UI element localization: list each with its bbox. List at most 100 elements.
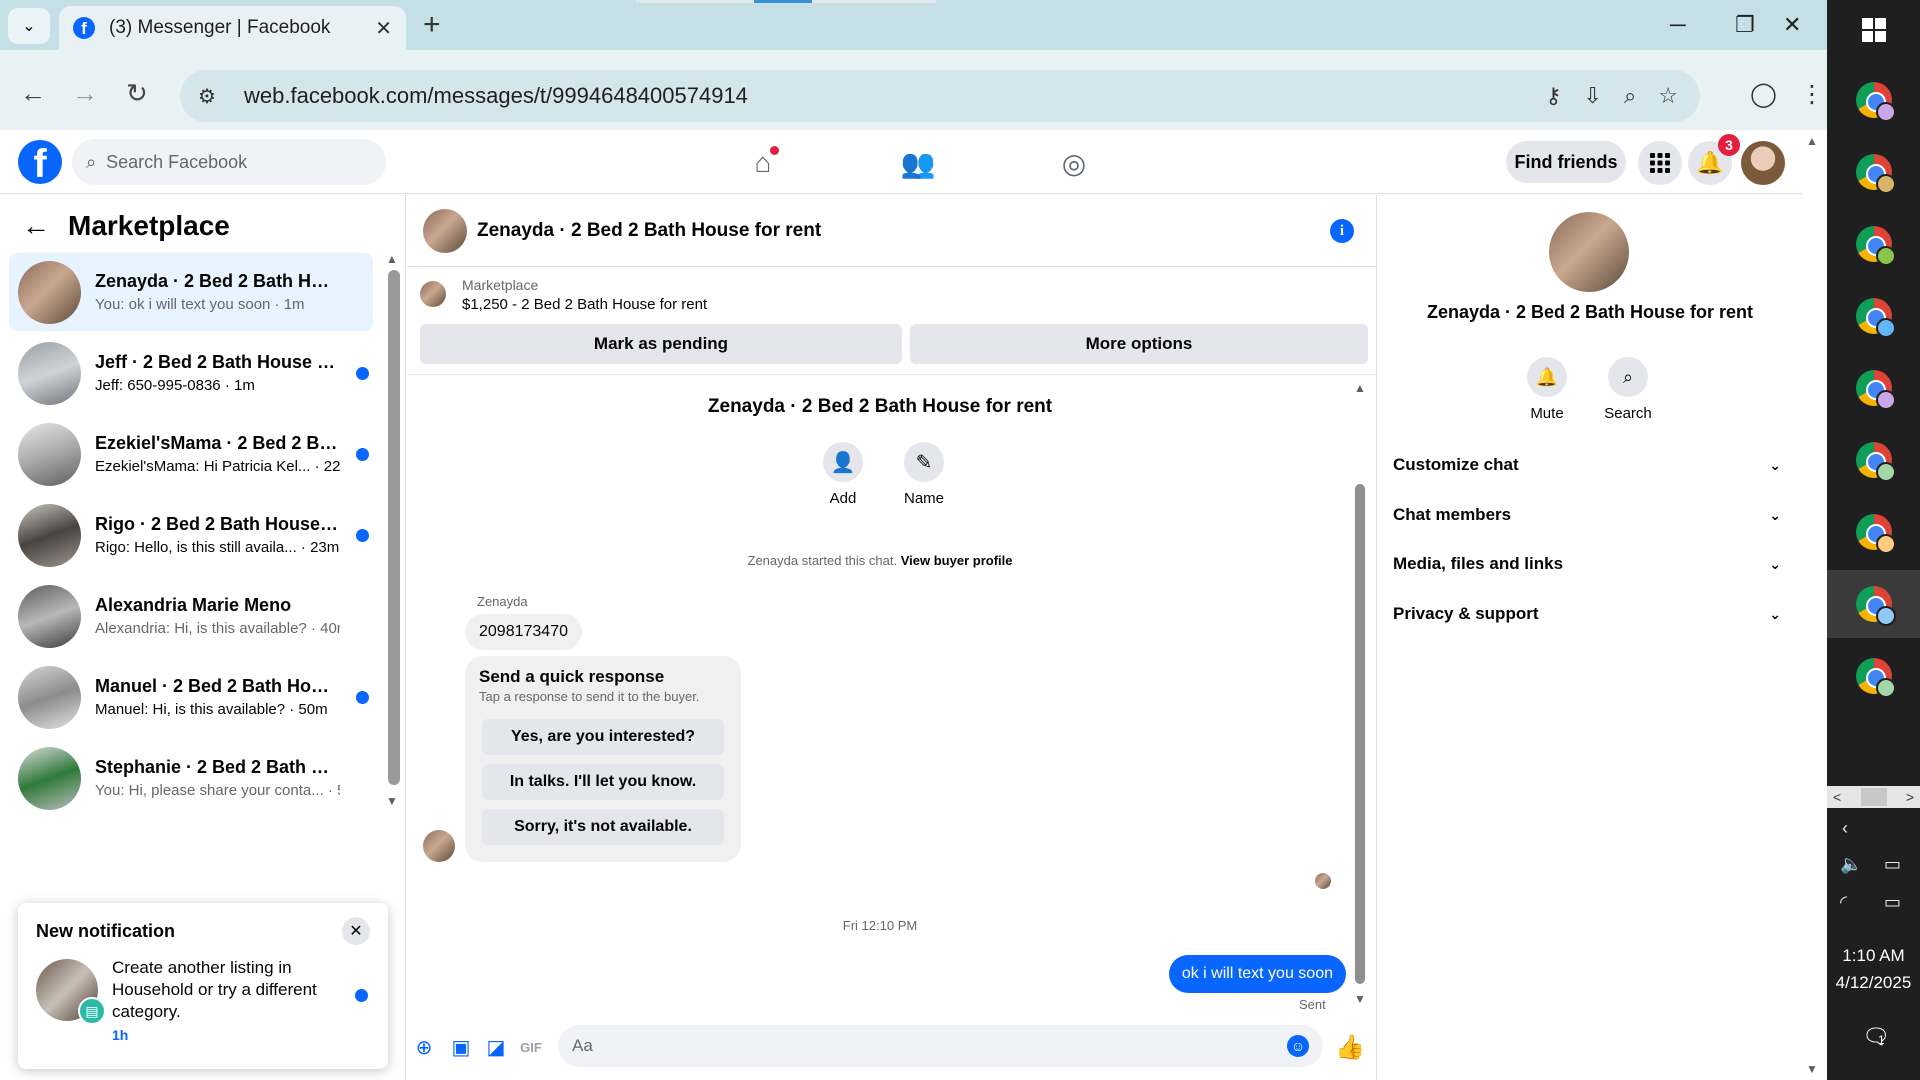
forward-arrow-icon[interactable]: → bbox=[72, 78, 98, 109]
conversation-item[interactable]: Alexandria Marie Meno Alexandria: Hi, is … bbox=[9, 577, 373, 655]
battery-icon[interactable]: ▭ bbox=[1884, 892, 1901, 913]
facebook-logo[interactable]: f bbox=[18, 140, 62, 184]
more-options-button[interactable]: More options bbox=[910, 324, 1368, 364]
add-person-button[interactable]: 👤 Add bbox=[803, 442, 883, 507]
new-notification-popup[interactable]: New notification ✕ ▤ Create another list… bbox=[18, 903, 388, 1069]
bookmark-star-icon[interactable]: ☆ bbox=[1658, 83, 1678, 109]
conversation-avatar bbox=[18, 341, 81, 405]
chat-avatar[interactable] bbox=[423, 208, 467, 253]
conversation-item[interactable]: Jeff · 2 Bed 2 Bath House for r... Jeff: … bbox=[9, 334, 373, 412]
close-window-button[interactable]: ✕ bbox=[1783, 12, 1801, 38]
gif-icon[interactable]: GIF bbox=[519, 1035, 543, 1059]
message-composer[interactable]: ☺ bbox=[558, 1025, 1323, 1067]
address-bar[interactable]: ⚙ web.facebook.com/messages/t/9994648400… bbox=[180, 70, 1700, 122]
meet-now-icon[interactable]: ▭ bbox=[1884, 854, 1901, 875]
quick-response-button[interactable]: Sorry, it's not available. bbox=[482, 809, 724, 845]
chrome-profile-icon[interactable] bbox=[1856, 514, 1896, 554]
site-settings-icon[interactable]: ⚙ bbox=[198, 84, 228, 109]
chrome-profile-icon[interactable] bbox=[1856, 154, 1896, 194]
friends-icon[interactable]: 👥 bbox=[900, 145, 936, 181]
chrome-profile-icon[interactable] bbox=[1856, 370, 1896, 410]
chevron-right-icon[interactable]: > bbox=[1906, 789, 1914, 805]
page-scroll-down-arrow[interactable]: ▼ bbox=[1806, 1062, 1818, 1076]
chrome-profile-icon[interactable] bbox=[1856, 82, 1896, 122]
chat-title[interactable]: Zenayda · 2 Bed 2 Bath House for rent bbox=[477, 220, 821, 242]
chrome-profile-icon[interactable] bbox=[1856, 586, 1896, 626]
quick-response-button[interactable]: Yes, are you interested? bbox=[482, 719, 724, 755]
conversation-item[interactable]: Stephanie · 2 Bed 2 Bath House... You: Hi… bbox=[9, 739, 373, 817]
conversation-avatar bbox=[18, 665, 81, 729]
back-arrow-icon[interactable]: ← bbox=[22, 210, 50, 242]
listing-summary[interactable]: Marketplace $1,250 - 2 Bed 2 Bath House … bbox=[420, 277, 707, 313]
chat-members-section[interactable]: Chat members ⌄ bbox=[1393, 494, 1787, 536]
new-tab-button[interactable]: + bbox=[423, 10, 441, 40]
tab-search-button[interactable]: ⌄ bbox=[8, 8, 50, 44]
account-avatar[interactable] bbox=[1741, 141, 1785, 185]
mark-as-pending-button[interactable]: Mark as pending bbox=[420, 324, 902, 364]
facebook-search[interactable]: ⌕ bbox=[72, 139, 386, 185]
menu-grid-icon[interactable] bbox=[1638, 141, 1682, 185]
view-buyer-profile-link[interactable]: View buyer profile bbox=[901, 553, 1013, 568]
chrome-profile-icon[interactable] bbox=[1856, 226, 1896, 266]
name-chat-button[interactable]: ✎ Name bbox=[884, 442, 964, 507]
conversation-item[interactable]: Zenayda · 2 Bed 2 Bath House f... You: ok… bbox=[9, 253, 373, 331]
notification-center-icon[interactable]: 🗨1 bbox=[1862, 1024, 1890, 1050]
tab-close-icon[interactable]: ✕ bbox=[375, 16, 392, 41]
mute-button[interactable]: 🔔 Mute bbox=[1507, 357, 1587, 422]
privacy-support-section[interactable]: Privacy & support ⌄ bbox=[1393, 593, 1787, 635]
emoji-icon[interactable]: ☺ bbox=[1287, 1035, 1309, 1057]
restore-button[interactable]: ❐ bbox=[1735, 12, 1755, 38]
scroll-down-arrow[interactable]: ▼ bbox=[386, 794, 398, 808]
scroll-up-arrow[interactable]: ▲ bbox=[1354, 381, 1366, 395]
taskbar-scroll[interactable]: < > bbox=[1827, 786, 1920, 808]
outgoing-message[interactable]: ok i will text you soon bbox=[1168, 955, 1346, 993]
section-label: Privacy & support bbox=[1393, 604, 1539, 623]
listing-thumbnail bbox=[420, 281, 446, 307]
quick-response-button[interactable]: In talks. I'll let you know. bbox=[482, 764, 724, 800]
groups-icon[interactable]: ◎ bbox=[1056, 145, 1092, 181]
chat-list-scrollbar[interactable] bbox=[388, 270, 400, 785]
chrome-profile-icon[interactable] bbox=[1856, 442, 1896, 482]
page-scroll-up-arrow[interactable]: ▲ bbox=[1806, 134, 1818, 148]
message-input[interactable] bbox=[572, 1036, 1287, 1056]
browser-tab-messenger[interactable]: f (3) Messenger | Facebook ✕ bbox=[59, 6, 406, 50]
sticker-icon[interactable]: ◪ bbox=[484, 1035, 508, 1059]
scroll-down-arrow[interactable]: ▼ bbox=[1354, 992, 1366, 1006]
reload-icon[interactable]: ↻ bbox=[126, 78, 148, 109]
wifi-icon[interactable]: ◜ bbox=[1840, 892, 1847, 913]
info-icon[interactable]: i bbox=[1330, 219, 1354, 243]
photo-icon[interactable]: ▣ bbox=[449, 1035, 473, 1059]
taskbar-clock[interactable]: 1:10 AM 4/12/2025 bbox=[1827, 942, 1920, 996]
conversation-item[interactable]: Rigo · 2 Bed 2 Bath House for... Rigo: He… bbox=[9, 496, 373, 574]
profile-avatar[interactable] bbox=[1549, 212, 1629, 292]
thumbs-up-icon[interactable]: 👍 bbox=[1335, 1034, 1365, 1061]
url-text[interactable]: web.facebook.com/messages/t/999464840057… bbox=[244, 83, 1545, 109]
conversation-item[interactable]: Ezekiel'sMama · 2 Bed 2 Bath ... Ezekiel'… bbox=[9, 415, 373, 493]
close-icon[interactable]: ✕ bbox=[342, 917, 370, 945]
chrome-profile-icon[interactable] bbox=[1856, 658, 1896, 698]
find-friends-button[interactable]: Find friends bbox=[1506, 141, 1626, 183]
windows-start-icon[interactable] bbox=[1862, 18, 1886, 42]
search-in-chat-button[interactable]: ⌕ Search bbox=[1588, 357, 1668, 422]
volume-icon[interactable]: 🔈 bbox=[1840, 854, 1862, 875]
minimize-button[interactable]: ─ bbox=[1670, 12, 1686, 38]
chevron-left-icon[interactable]: < bbox=[1833, 789, 1841, 805]
back-arrow-icon[interactable]: ← bbox=[20, 78, 46, 109]
search-input[interactable] bbox=[106, 151, 367, 173]
chrome-profile-icon[interactable] bbox=[1856, 298, 1896, 338]
zoom-icon[interactable]: ⌕ bbox=[1624, 83, 1636, 109]
media-files-links-section[interactable]: Media, files and links ⌄ bbox=[1393, 543, 1787, 585]
scroll-up-arrow[interactable]: ▲ bbox=[386, 252, 398, 266]
incoming-message[interactable]: 2098173470 bbox=[465, 614, 582, 650]
taskbar-scroll-thumb[interactable] bbox=[1860, 788, 1887, 806]
profile-icon[interactable]: ◯ bbox=[1750, 80, 1777, 109]
show-hidden-icons-chevron-icon[interactable]: ‹ bbox=[1842, 818, 1848, 839]
plus-circle-icon[interactable]: ⊕ bbox=[412, 1035, 436, 1059]
chat-scrollbar[interactable] bbox=[1355, 484, 1365, 984]
customize-chat-section[interactable]: Customize chat ⌄ bbox=[1393, 444, 1787, 486]
password-key-icon[interactable]: ⚷ bbox=[1545, 83, 1561, 109]
sender-avatar[interactable] bbox=[423, 830, 455, 862]
conversation-item[interactable]: Manuel · 2 Bed 2 Bath House ... Manuel: H… bbox=[9, 658, 373, 736]
browser-menu-icon[interactable]: ⋮ bbox=[1800, 80, 1824, 109]
install-app-icon[interactable]: ⇩ bbox=[1584, 83, 1602, 109]
